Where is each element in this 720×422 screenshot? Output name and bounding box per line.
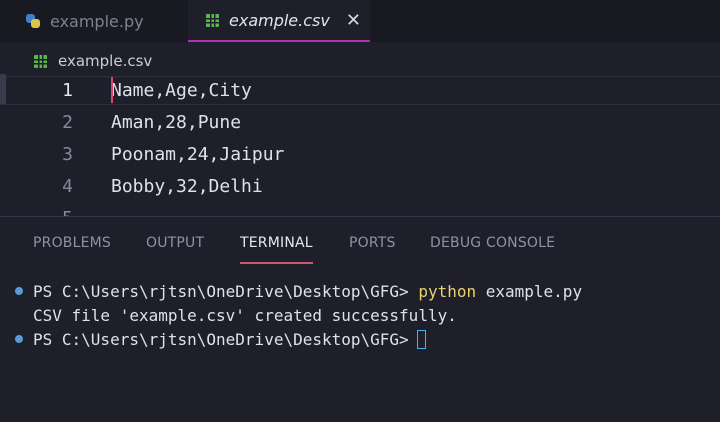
editor-line[interactable]: 4 Bobby,32,Delhi <box>0 170 263 202</box>
panel-tab-bar: PROBLEMS OUTPUT TERMINAL PORTS DEBUG CON… <box>0 217 720 273</box>
editor-line[interactable]: 2 Aman,28,Pune <box>0 106 241 138</box>
terminal-command: python <box>418 281 477 301</box>
bottom-panel: PROBLEMS OUTPUT TERMINAL PORTS DEBUG CON… <box>0 216 720 422</box>
terminal-prompt: PS C:\Users\rjtsn\OneDrive\Desktop\GFG> <box>33 281 419 301</box>
terminal-prompt: PS C:\Users\rjtsn\OneDrive\Desktop\GFG> <box>33 329 409 349</box>
tab-terminal[interactable]: TERMINAL <box>240 235 313 264</box>
csv-file-icon <box>34 54 47 68</box>
terminal-cursor <box>416 329 426 349</box>
terminal-argument: example.py <box>476 281 583 301</box>
editor-line[interactable]: 5 <box>0 202 73 217</box>
current-line-highlight <box>0 76 720 105</box>
line-number: 4 <box>62 175 73 197</box>
editor-line[interactable]: 1 Name,Age,City <box>0 74 252 106</box>
line-text[interactable]: Poonam,24,Jaipur <box>111 144 284 165</box>
tab-example-csv[interactable]: example.csv ✕ <box>188 0 370 42</box>
editor-line[interactable]: 3 Poonam,24,Jaipur <box>0 138 284 170</box>
csv-file-icon <box>206 13 219 27</box>
editor-tab-bar: example.py example.csv ✕ <box>0 0 720 42</box>
tab-label: example.py <box>50 11 144 31</box>
line-number: 3 <box>62 143 73 165</box>
breadcrumb-file[interactable]: example.csv <box>58 52 152 70</box>
tab-output[interactable]: OUTPUT <box>146 235 204 251</box>
tab-problems[interactable]: PROBLEMS <box>33 235 111 251</box>
line-number: 2 <box>62 111 73 133</box>
line-text[interactable]: Bobby,32,Delhi <box>111 176 263 197</box>
line-text[interactable]: Name,Age,City <box>111 80 252 101</box>
close-icon[interactable]: ✕ <box>346 10 361 31</box>
text-caret <box>111 77 113 103</box>
line-text[interactable]: Aman,28,Pune <box>111 112 241 133</box>
python-icon <box>26 14 40 28</box>
terminal-line: CSV file 'example.csv' created successfu… <box>18 303 457 327</box>
terminal-line: PS C:\Users\rjtsn\OneDrive\Desktop\GFG> … <box>15 279 583 303</box>
tab-label: example.csv <box>229 10 330 30</box>
terminal-line: PS C:\Users\rjtsn\OneDrive\Desktop\GFG> <box>15 327 426 351</box>
line-number: 1 <box>62 79 73 101</box>
tab-example-py[interactable]: example.py <box>0 0 188 42</box>
tab-ports[interactable]: PORTS <box>349 235 396 251</box>
breadcrumb[interactable]: example.csv <box>34 50 152 72</box>
line-number: 5 <box>0 208 73 217</box>
command-status-dot[interactable] <box>15 335 23 343</box>
code-editor[interactable]: 1 Name,Age,City 2 Aman,28,Pune 3 Poonam,… <box>0 74 720 216</box>
terminal-output: CSV file 'example.csv' created successfu… <box>33 305 457 325</box>
tab-debug-console[interactable]: DEBUG CONSOLE <box>430 235 555 251</box>
command-status-dot[interactable] <box>15 287 23 295</box>
